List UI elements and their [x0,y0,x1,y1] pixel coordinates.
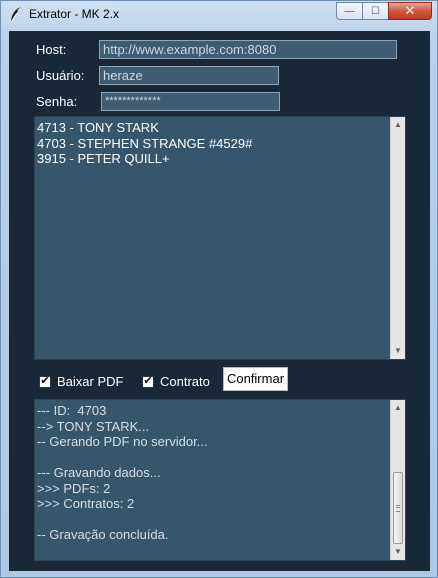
minimize-button[interactable]: — [336,2,362,20]
arrow-down-icon[interactable]: ▼ [391,545,405,559]
arrow-up-icon[interactable]: ▲ [391,118,405,132]
app-window: Extrator - MK 2.x — ☐ ✕ Host: http://www… [0,0,438,578]
scroll-thumb[interactable] [393,472,403,544]
user-input[interactable]: heraze [99,66,279,85]
contract-label: Contrato [160,374,210,389]
contract-checkbox[interactable]: ✔ Contrato [142,374,210,389]
client-area: Host: http://www.example.com:8080 Usuári… [9,31,430,571]
log-line: --> TONY STARK... [37,418,150,434]
download-pdf-label: Baixar PDF [57,374,124,389]
close-button[interactable]: ✕ [388,2,432,20]
id-list-textarea[interactable]: 4713 - TONY STARK 4703 - STEPHEN STRANGE… [34,116,406,360]
window-title: Extrator - MK 2.x [29,7,120,21]
host-label: Host: [36,42,67,57]
list-item: 3915 - PETER QUILL+ [37,151,170,166]
title-bar[interactable]: Extrator - MK 2.x — ☐ ✕ [1,1,437,27]
maximize-icon: ☐ [371,5,380,17]
close-icon: ✕ [404,3,416,18]
download-pdf-checkbox[interactable]: ✔ Baixar PDF [39,374,123,389]
log-scrollbar[interactable]: ▲ ▼ [390,400,405,560]
password-input[interactable]: ************* [101,92,280,111]
list-item: 4703 - STEPHEN STRANGE #4529# [37,135,253,151]
checkbox-box[interactable]: ✔ [142,375,154,388]
log-textarea[interactable]: --- ID: 4703 --> TONY STARK... -- Gerand… [34,399,406,561]
arrow-down-icon[interactable]: ▼ [391,344,405,358]
user-label: Usuário: [36,68,85,83]
maximize-button[interactable]: ☐ [362,2,388,20]
log-line: >>> Contratos: 2 [37,496,135,511]
list-scrollbar[interactable]: ▲ ▼ [390,117,405,359]
log-line: -- Gravação concluída. [37,527,169,542]
list-item: 4713 - TONY STARK [37,120,159,135]
arrow-up-icon[interactable]: ▲ [391,401,405,415]
log-line: >>> PDFs: 2 [37,480,111,496]
host-input[interactable]: http://www.example.com:8080 [99,40,397,59]
password-label: Senha: [36,94,78,109]
minimize-icon: — [344,5,355,17]
log-line: -- Gerando PDF no servidor... [37,434,208,449]
checkbox-box[interactable]: ✔ [39,375,51,388]
checkmark-icon: ✔ [40,375,50,387]
log-line: --- Gravando dados... [37,465,161,480]
grip-icon [396,505,400,512]
caption-buttons: — ☐ ✕ [336,2,432,20]
confirm-button[interactable]: Confirmar [223,367,288,391]
log-line: --- ID: 4703 [37,403,107,418]
checkmark-icon: ✔ [143,375,153,387]
feather-icon [11,7,21,22]
